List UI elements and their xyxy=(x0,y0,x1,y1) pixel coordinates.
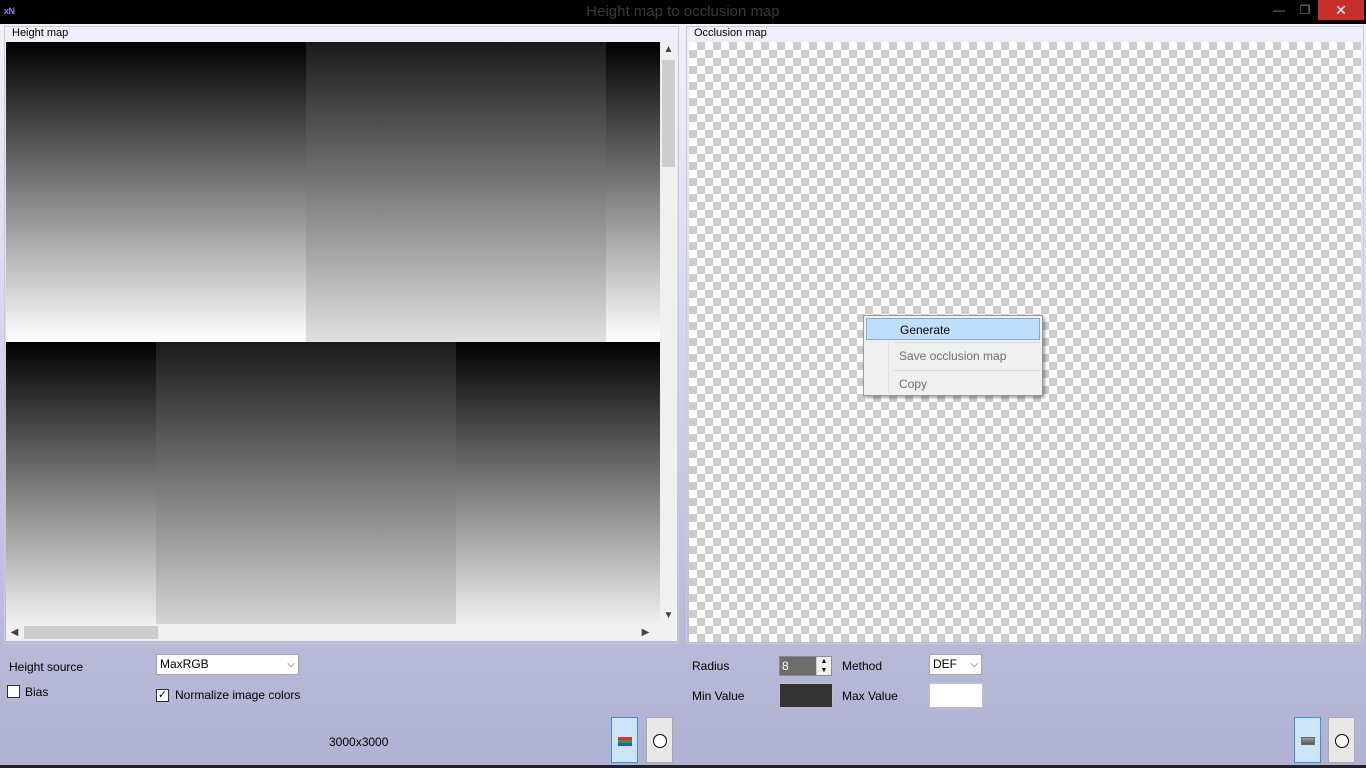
min-value-label: Min Value xyxy=(692,689,745,703)
title-bar: xN Height map to occlusion map — ❐ ✕ xyxy=(0,0,1366,24)
context-menu: Generate Save occlusion map Copy xyxy=(863,315,1043,396)
menu-separator xyxy=(894,342,1040,343)
circle-view-button[interactable] xyxy=(646,717,673,763)
scroll-left-icon[interactable]: ◀ xyxy=(6,625,23,641)
window-title: Height map to occlusion map xyxy=(586,3,780,20)
method-select[interactable]: DEF ⌵ xyxy=(929,654,982,675)
checkmark-icon: ✓ xyxy=(157,689,168,701)
grey-view-button[interactable] xyxy=(1294,717,1321,763)
radius-spinner[interactable]: 8 ▲ ▼ xyxy=(779,656,832,676)
vertical-scroll-thumb[interactable] xyxy=(662,60,675,167)
height-tile xyxy=(6,42,156,342)
method-label: Method xyxy=(842,659,883,673)
height-source-select[interactable]: MaxRGB ⌵ xyxy=(156,654,299,675)
rgb-channels-icon xyxy=(618,737,632,746)
circle-icon xyxy=(1335,734,1349,748)
horizontal-scroll-thumb[interactable] xyxy=(24,626,158,639)
method-value: DEF xyxy=(933,657,957,671)
menu-separator xyxy=(894,370,1040,371)
circle-view-button-right[interactable] xyxy=(1328,717,1355,763)
image-dimensions: 3000x3000 xyxy=(329,735,389,749)
chevron-down-icon: ⌵ xyxy=(287,659,295,670)
menu-item-save-occlusion-map[interactable]: Save occlusion map xyxy=(866,345,1040,367)
circle-icon xyxy=(653,734,667,748)
vertical-scrollbar[interactable]: ▲ ▼ xyxy=(660,42,677,624)
scroll-down-icon[interactable]: ▼ xyxy=(660,608,677,624)
scroll-corner xyxy=(660,624,677,641)
min-value-swatch[interactable] xyxy=(779,683,833,708)
height-source-label: Height source xyxy=(9,660,84,674)
radius-value: 8 xyxy=(782,659,789,673)
chevron-down-icon: ⌵ xyxy=(970,659,978,670)
horizontal-scrollbar[interactable]: ◀ ▶ xyxy=(6,624,660,641)
bias-label: Bias xyxy=(25,685,49,699)
close-button[interactable]: ✕ xyxy=(1318,0,1364,20)
menu-item-generate[interactable]: Generate xyxy=(866,318,1040,340)
minimize-button[interactable]: — xyxy=(1266,0,1292,20)
scroll-right-icon[interactable]: ▶ xyxy=(637,625,654,641)
height-source-value: MaxRGB xyxy=(160,657,209,671)
height-tile xyxy=(456,342,660,624)
height-tile xyxy=(306,42,606,342)
radius-label: Radius xyxy=(692,659,730,673)
menu-item-copy[interactable]: Copy xyxy=(866,373,1040,395)
normalize-checkbox[interactable]: ✓ xyxy=(156,689,169,702)
grey-rect-icon xyxy=(1301,737,1315,745)
scroll-up-icon[interactable]: ▲ xyxy=(660,42,677,58)
height-tile xyxy=(6,342,156,624)
height-tile xyxy=(606,42,660,342)
spinner-arrows-icon[interactable]: ▲ ▼ xyxy=(816,657,831,675)
occlusion-map-label: Occlusion map xyxy=(694,27,767,39)
normalize-label: Normalize image colors xyxy=(175,688,301,702)
height-map-view[interactable] xyxy=(6,42,660,624)
max-value-swatch[interactable] xyxy=(929,683,983,708)
max-value-label: Max Value xyxy=(842,689,898,703)
maximize-button[interactable]: ❐ xyxy=(1292,0,1318,20)
height-map-label: Height map xyxy=(12,27,69,39)
height-tile xyxy=(156,342,456,624)
rgb-view-button[interactable] xyxy=(611,717,638,763)
bias-checkbox[interactable] xyxy=(7,685,20,698)
